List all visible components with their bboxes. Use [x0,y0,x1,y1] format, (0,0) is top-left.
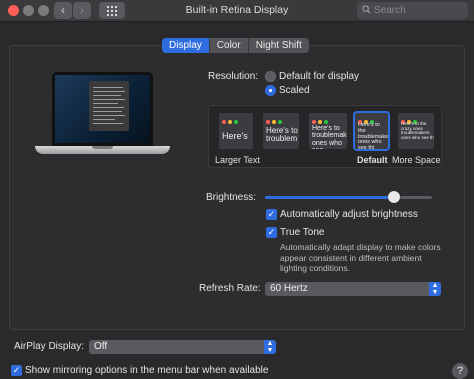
help-button[interactable]: ? [452,363,468,379]
scale-preview-text: Here's to troublem [266,126,298,144]
brightness-label: Brightness: [206,192,257,203]
scaled-label: Scaled [279,85,310,96]
scale-option-default[interactable]: Here's to the troublemakers ones who see… [353,111,390,151]
scale-preview-text: Here's to troublemak ones who see [312,125,347,149]
checkmark-icon: ✓ [267,209,276,219]
search-icon [362,5,371,14]
scaled-radio[interactable] [265,85,276,96]
tab-bar: Display Color Night Shift [162,38,309,53]
true-tone-label: True Tone [280,227,325,238]
chevron-updown-icon: ▲ ▼ [264,340,276,354]
mirroring-label: Show mirroring options in the menu bar w… [25,365,269,376]
airplay-display-label: AirPlay Display: [14,341,85,352]
true-tone-checkbox[interactable]: ✓ [266,227,277,238]
scale-option-more-space[interactable]: Here's to the crazy ones troublemakers o… [398,113,434,149]
scale-option-2[interactable]: Here's to troublem [263,113,299,149]
auto-brightness-label: Automatically adjust brightness [280,209,418,220]
auto-brightness-checkbox[interactable]: ✓ [266,209,277,220]
laptop-screen [52,72,153,146]
search-input[interactable] [374,3,464,18]
scale-preview-text: Here's to the crazy ones troublemakers o… [401,121,434,141]
scale-preview-text: Here's to the troublemakers ones who see… [358,122,388,149]
tab-color[interactable]: Color [210,38,249,53]
airplay-display-value: Off [94,341,108,352]
refresh-rate-label: Refresh Rate: [199,283,261,294]
checkmark-icon: ✓ [12,365,21,375]
true-tone-description: Automatically adapt display to make colo… [280,242,441,274]
scale-preview-text: Here's [222,131,248,141]
tab-display[interactable]: Display [162,38,210,53]
checkmark-icon: ✓ [267,227,276,237]
tab-night-shift[interactable]: Night Shift [249,38,309,53]
brightness-slider-fill [265,196,394,199]
brightness-slider[interactable] [265,196,432,199]
brightness-slider-knob[interactable] [387,191,400,203]
title-bar: ‹ › Built-in Retina Display [0,0,474,22]
scale-label-default: Default [357,155,388,165]
scale-label-larger-text: Larger Text [215,155,260,165]
scale-option-larger-text[interactable]: Here's [219,113,253,149]
mirroring-checkbox[interactable]: ✓ [11,365,22,376]
airplay-display-select[interactable]: Off ▲ ▼ [89,340,276,354]
search-field[interactable] [357,2,468,19]
default-for-display-label: Default for display [279,71,360,82]
scale-option-3[interactable]: Here's to troublemak ones who see [309,113,347,149]
refresh-rate-select[interactable]: 60 Hertz ▲ ▼ [265,282,441,296]
default-for-display-radio[interactable] [265,71,276,82]
scale-label-more-space: More Space [392,155,441,165]
resolution-label: Resolution: [208,71,259,82]
laptop-illustration [35,72,170,158]
refresh-rate-value: 60 Hertz [270,283,308,294]
chevron-updown-icon: ▲ ▼ [429,282,441,296]
